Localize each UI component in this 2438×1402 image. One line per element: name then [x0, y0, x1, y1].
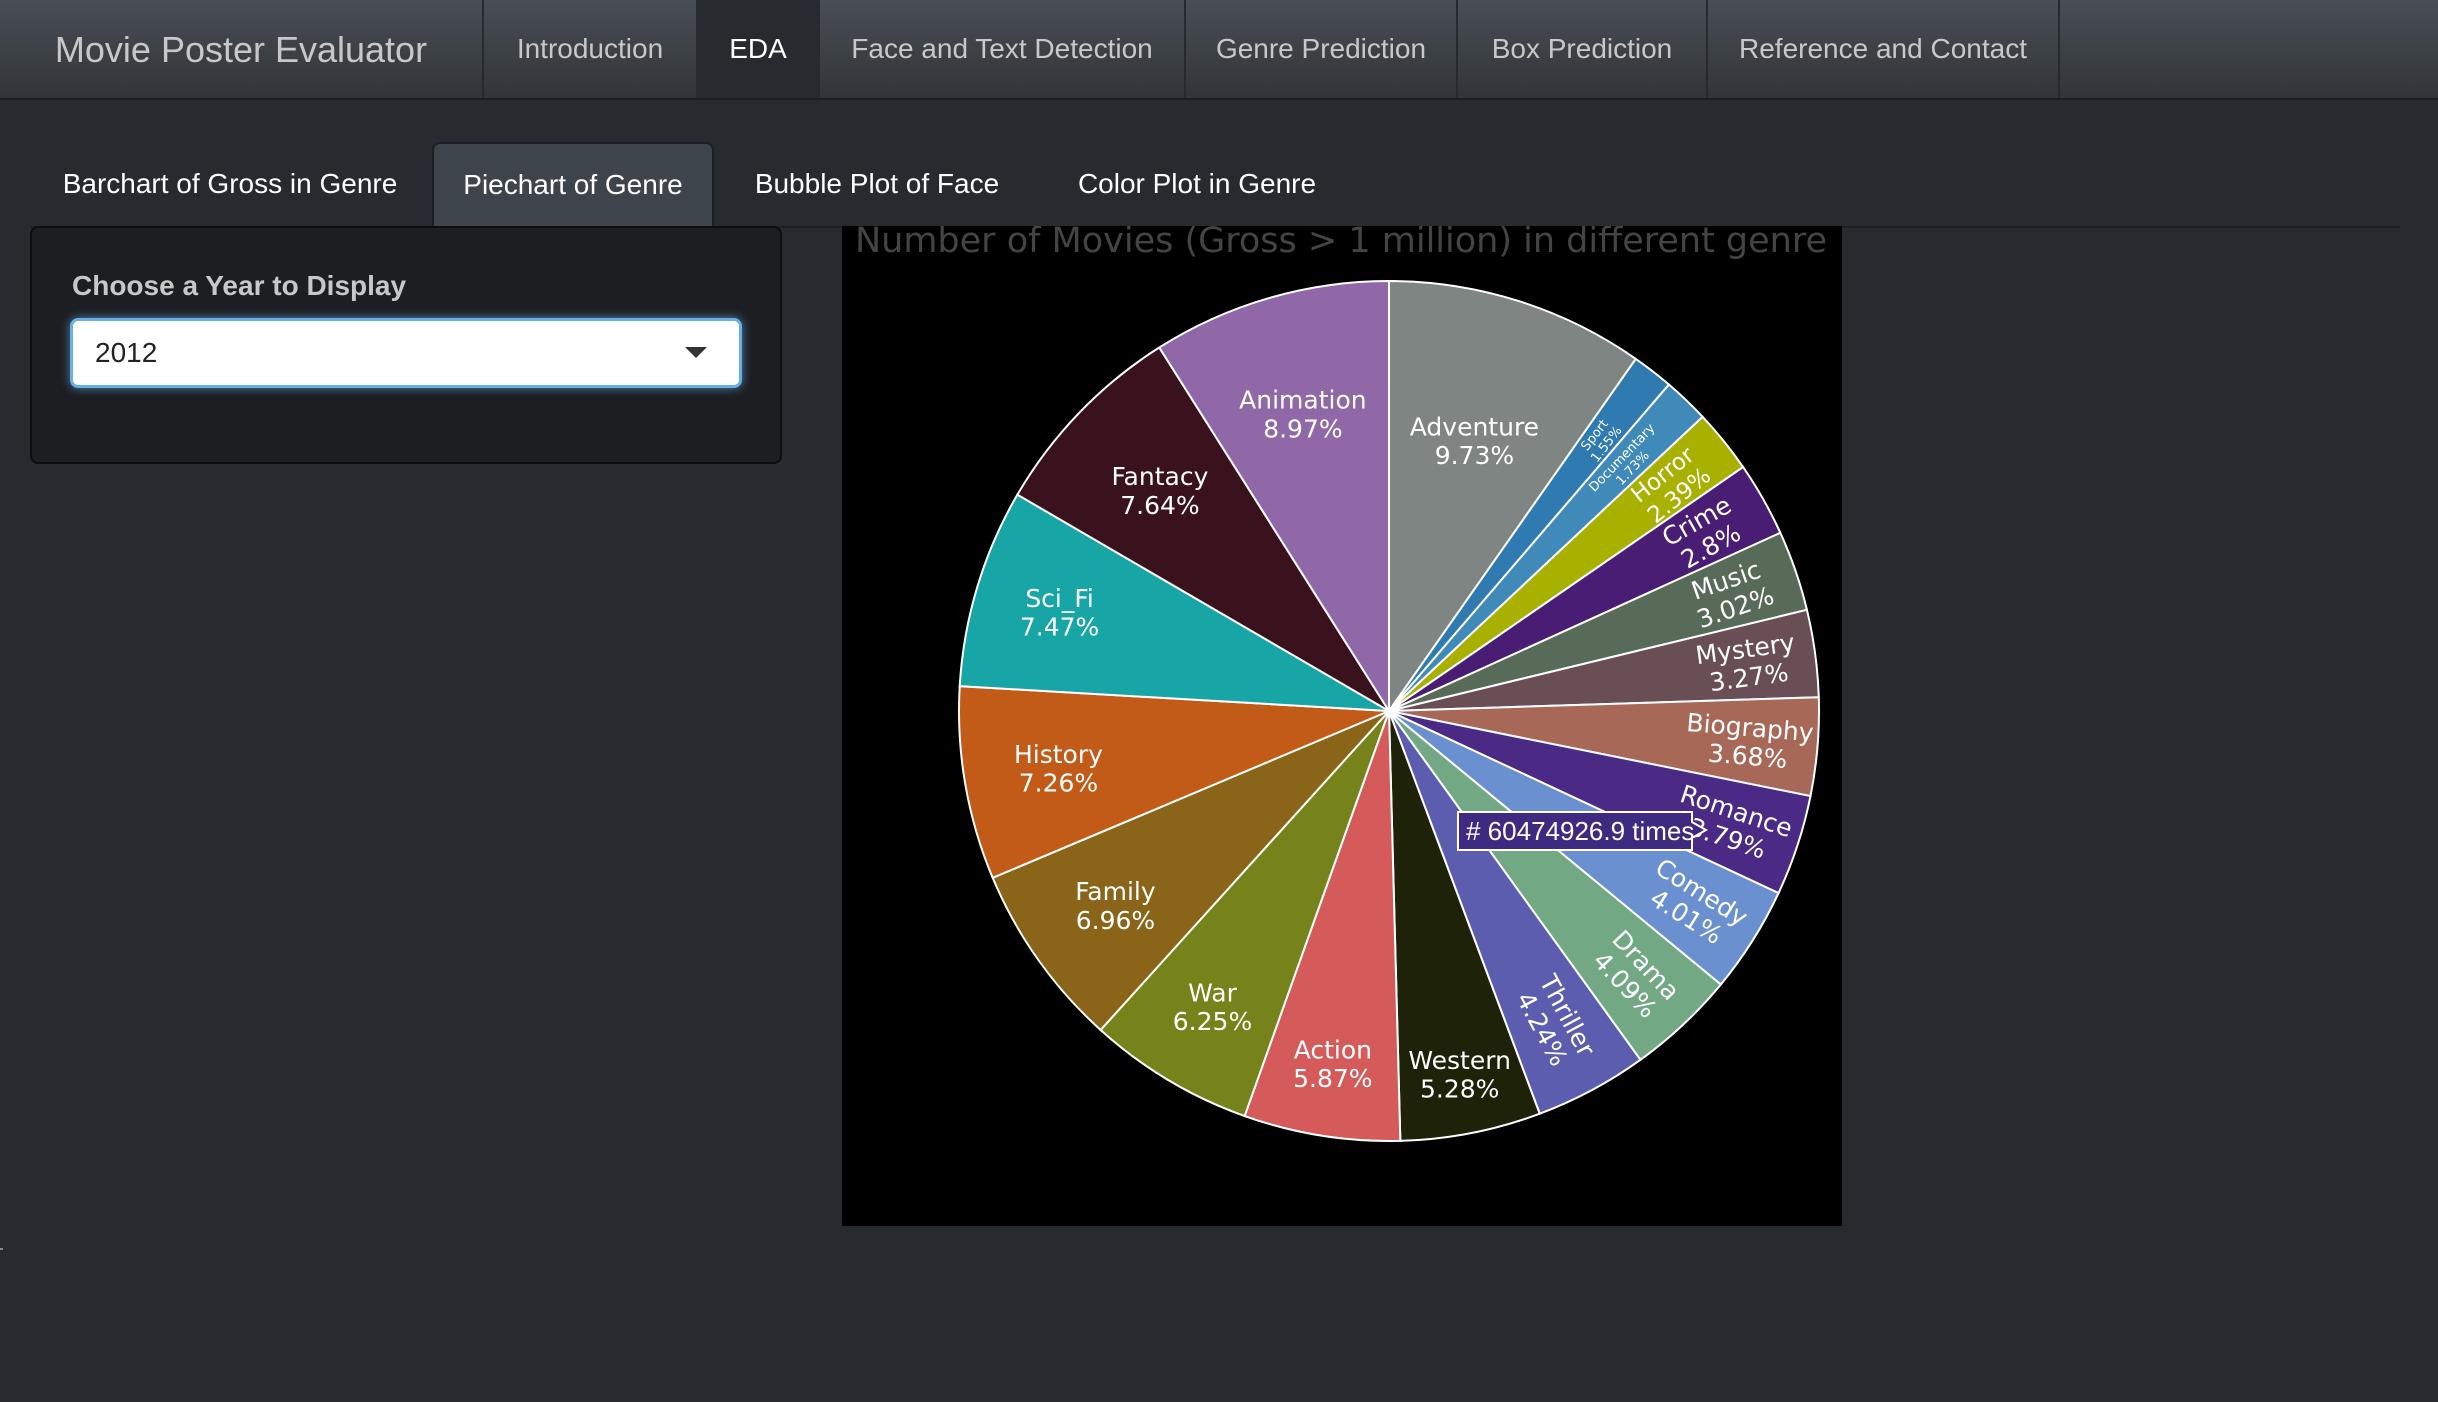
- tab-reference-and-contact[interactable]: Reference and Contact: [1706, 0, 2058, 98]
- pie-label-western: Western 5.28%: [1408, 1046, 1511, 1104]
- hover-tooltip: # 60474926.9 times: [1457, 811, 1709, 851]
- app-brand[interactable]: Movie Poster Evaluator: [0, 0, 482, 100]
- subtab-barchart-of-gross[interactable]: Barchart of Gross in Genre: [30, 142, 430, 226]
- tab-face-and-text-detection[interactable]: Face and Text Detection: [818, 0, 1184, 98]
- year-select-value: 2012: [95, 337, 158, 368]
- pie-label-sci-fi: Sci_Fi 7.47%: [1020, 584, 1099, 642]
- pie-chart-panel: Number of Movies (Gross > 1 million) in …: [842, 226, 1842, 1226]
- year-select-label: Choose a Year to Display: [72, 270, 407, 301]
- sidebar-panel: Choose a Year to Display 2012: [30, 226, 782, 464]
- edge-mark: [0, 1248, 3, 1250]
- chart-title: Number of Movies (Gross > 1 million) in …: [855, 226, 1827, 261]
- subtab-piechart-of-genre[interactable]: Piechart of Genre: [432, 142, 714, 226]
- pie-label-family: Family 6.96%: [1075, 877, 1156, 935]
- pie-chart[interactable]: Number of Movies (Gross > 1 million) in …: [842, 226, 1842, 1226]
- pie-label-history: History 7.26%: [1014, 740, 1103, 798]
- nav-divider: [2058, 0, 2060, 98]
- pie-label-fantacy: Fantacy 7.64%: [1111, 462, 1208, 520]
- pie-label-action: Action 5.87%: [1293, 1035, 1372, 1093]
- tab-eda[interactable]: EDA: [696, 0, 818, 98]
- tab-genre-prediction[interactable]: Genre Prediction: [1184, 0, 1456, 98]
- tab-introduction[interactable]: Introduction: [482, 0, 696, 98]
- year-select[interactable]: 2012: [70, 318, 742, 388]
- subtab-bar: Barchart of Gross in Genre Piechart of G…: [30, 142, 2400, 228]
- subtab-color-plot-in-genre[interactable]: Color Plot in Genre: [1040, 142, 1354, 226]
- chevron-down-icon[interactable]: [685, 347, 707, 358]
- navbar: Movie Poster Evaluator Introduction EDA …: [0, 0, 2438, 100]
- tooltip-text: # 60474926.9 times: [1466, 816, 1694, 846]
- tab-box-prediction[interactable]: Box Prediction: [1456, 0, 1706, 98]
- subtab-bubble-plot-of-face[interactable]: Bubble Plot of Face: [716, 142, 1038, 226]
